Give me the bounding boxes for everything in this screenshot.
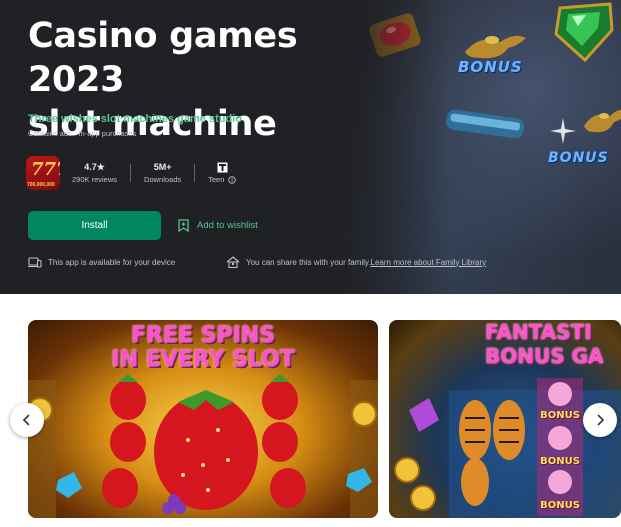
family-library-link[interactable]: Learn more about Family Library: [371, 258, 487, 267]
family-sharing-notice: You can share this with your family. Lea…: [226, 255, 486, 269]
reviews-count: 290K reviews: [72, 175, 118, 184]
bonus-graphic-text: BONUS: [548, 150, 609, 166]
strawberry-reels-graphic: [28, 374, 378, 518]
carousel-next-button[interactable]: [583, 403, 617, 437]
developer-link[interactable]: Three wishes slot machines game studio: [28, 113, 242, 125]
app-header: BONUS BONUS Casino games 2023 slot machi…: [0, 0, 621, 294]
device-availability-notice: This app is available for your device: [28, 255, 175, 269]
wishlist-label: Add to wishlist: [197, 219, 258, 231]
app-icon-badge: 777: [31, 159, 60, 180]
tiger-reels-graphic: [394, 378, 621, 518]
bonus-graphic-text: BONUS: [458, 58, 523, 76]
add-to-wishlist-button[interactable]: Add to wishlist: [178, 217, 258, 233]
app-store-page: BONUS BONUS Casino games 2023 slot machi…: [0, 0, 621, 527]
bookmark-add-icon: [178, 218, 189, 232]
sparkle-icon: [550, 118, 576, 144]
magic-lamp-icon: [584, 109, 621, 133]
content-rating-label: Teen: [208, 175, 225, 184]
app-icon: 777 700,000,000: [26, 156, 60, 190]
emerald-gem-icon: [554, 2, 614, 62]
screenshot-banner: FANTASTI BONUS GA: [485, 320, 604, 368]
rating-value: 4.7★: [84, 162, 105, 172]
rating-stat[interactable]: 4.7★ 290K reviews: [60, 160, 130, 186]
chevron-right-icon: [597, 414, 605, 426]
app-icon-amount: 700,000,000: [27, 182, 55, 188]
bonus-tag: BONUS: [540, 500, 580, 511]
bonus-tag: BONUS: [540, 456, 580, 467]
carousel-prev-button[interactable]: [10, 403, 44, 437]
scroll-icon: [446, 109, 524, 139]
stats-row: 777 700,000,000 4.7★ 290K reviews 5M+ Do…: [26, 156, 249, 190]
screenshots-carousel: FREE SPINS IN EVERY SLOT FANTASTI BONUS …: [28, 320, 621, 518]
downloads-stat: 5M+ Downloads: [131, 160, 194, 186]
device-notice-text: This app is available for your device: [48, 257, 176, 267]
ads-purchases-note: Contains ads · In-app purchases: [28, 129, 137, 138]
family-notice-text: You can share this with your family.: [246, 257, 371, 267]
screenshot-banner: FREE SPINS IN EVERY SLOT: [111, 323, 295, 372]
downloads-label: Downloads: [144, 175, 182, 184]
app-title-line-1: Casino games 2023: [28, 16, 298, 100]
family-home-icon: [226, 256, 240, 268]
chevron-left-icon: [22, 414, 30, 426]
info-icon[interactable]: [228, 176, 237, 184]
app-title: Casino games 2023 slot machine: [28, 14, 388, 146]
screenshot-1[interactable]: FREE SPINS IN EVERY SLOT: [28, 320, 378, 518]
teen-rating-icon: [217, 162, 228, 172]
install-button[interactable]: Install: [28, 211, 161, 240]
devices-icon: [28, 256, 42, 268]
downloads-value: 5M+: [153, 162, 172, 172]
bonus-tag: BONUS: [540, 410, 580, 421]
content-rating-stat[interactable]: Teen: [195, 160, 249, 186]
